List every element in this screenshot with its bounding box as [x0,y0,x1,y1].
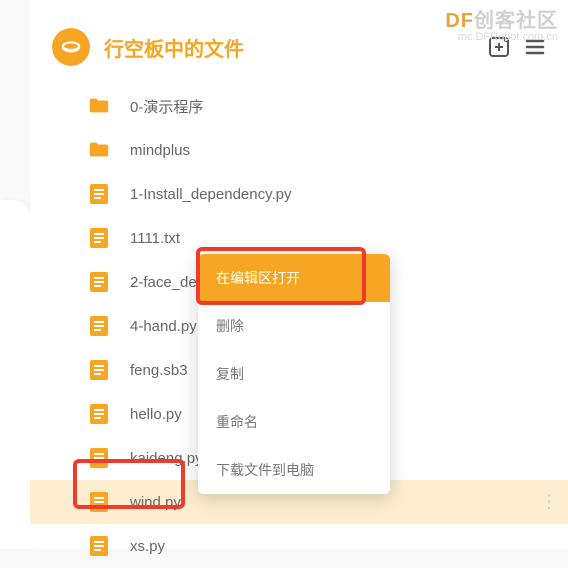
panel-header: 行空板中的文件 [30,0,568,76]
file-icon [86,269,112,295]
file-row[interactable]: mindplus [30,128,568,172]
file-row[interactable]: 1-Install_dependency.py [30,172,568,216]
context-menu-item[interactable]: 下载文件到电脑 [198,446,390,494]
file-icon [86,533,112,559]
panel-title: 行空板中的文件 [104,33,244,62]
file-name: 0-演示程序 [130,96,203,117]
folder-icon [86,137,112,163]
file-name: 1111.txt [130,230,180,247]
file-icon [86,181,112,207]
file-icon [86,445,112,471]
context-menu-item[interactable]: 重命名 [198,398,390,446]
folder-icon [86,93,112,119]
left-panel-edge [0,200,30,549]
file-name: 4-hand.py [130,318,197,335]
file-name: mindplus [130,142,190,159]
file-icon [86,401,112,427]
file-name: xs.py [130,538,165,555]
context-menu-item[interactable]: 复制 [198,350,390,398]
file-icon [86,357,112,383]
file-name: feng.sb3 [130,362,188,379]
file-name: hello.py [130,406,182,423]
file-icon [86,489,112,515]
file-icon [86,225,112,251]
file-name: wind.py [130,494,181,511]
context-menu-item[interactable]: 删除 [198,302,390,350]
file-row[interactable]: xs.py [30,524,568,568]
more-icon[interactable]: ⋮ [540,492,556,513]
add-button[interactable] [486,34,512,60]
app-logo-icon [52,28,90,66]
context-menu-item[interactable]: 在编辑区打开 [198,254,390,302]
file-icon [86,313,112,339]
file-row[interactable]: 0-演示程序 [30,84,568,128]
file-name: kaideng.py [130,450,203,467]
context-menu: 在编辑区打开删除复制重命名下载文件到电脑 [198,254,390,494]
menu-button[interactable] [522,34,548,60]
file-name: 1-Install_dependency.py [130,186,292,203]
